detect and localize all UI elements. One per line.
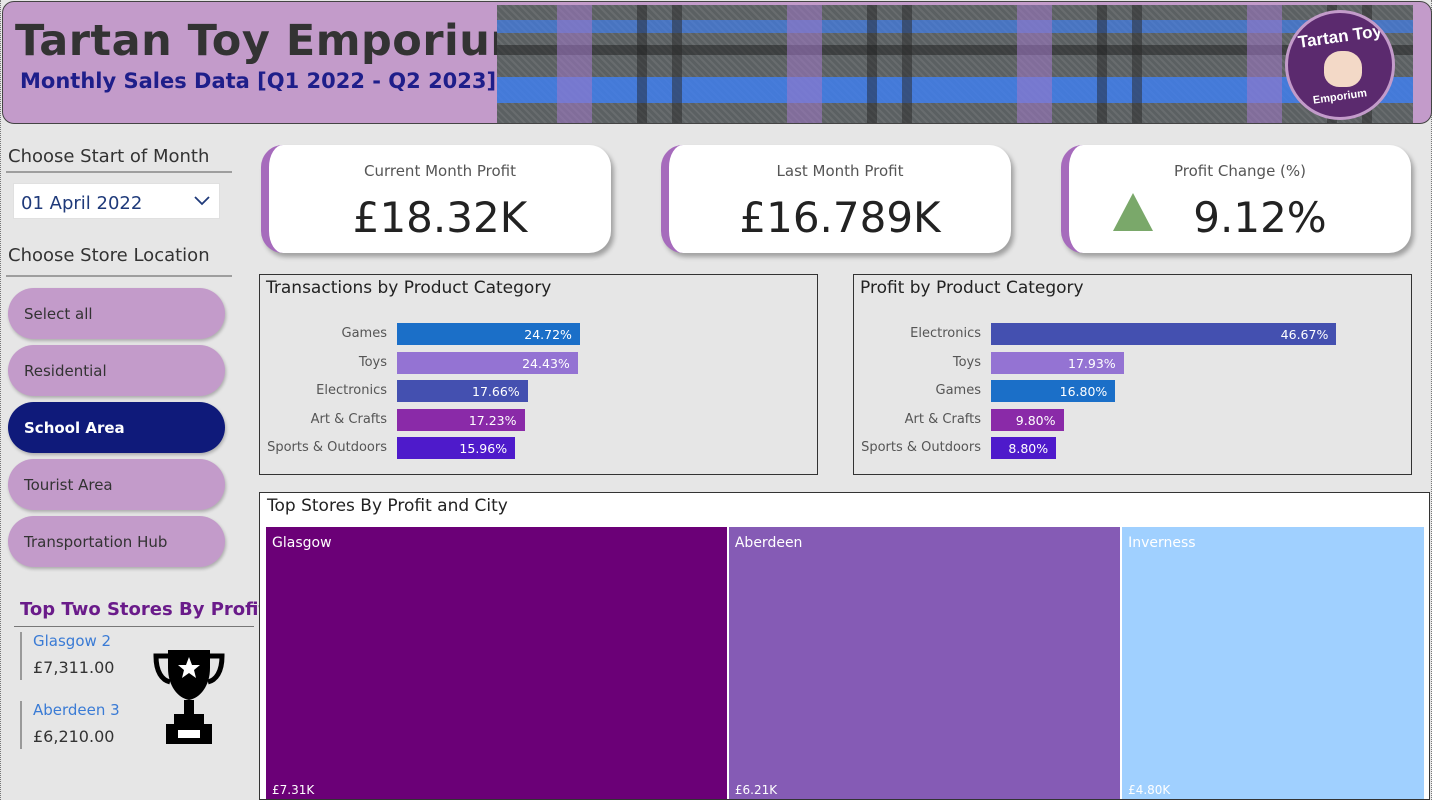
chart-title: Top Stores By Profit and City — [267, 496, 508, 516]
top-store-value: £6,210.00 — [33, 727, 115, 746]
divider — [6, 275, 232, 277]
bar-category-label: Toys — [952, 354, 981, 370]
bar[interactable]: 17.93% — [991, 351, 1124, 374]
bar-row: Toys 17.93% — [854, 351, 1394, 374]
bar[interactable]: 15.96% — [397, 437, 516, 459]
location-transportation-hub[interactable]: Transportation Hub — [8, 516, 225, 567]
bar-value-label: 9.80% — [1015, 412, 1056, 428]
bar-row: Games 16.80% — [854, 380, 1394, 402]
transactions-by-category-chart: Transactions by Product Category Games 24… — [259, 274, 818, 475]
top-store-entry: Aberdeen 3 £6,210.00 — [20, 701, 130, 749]
treemap-tile-label: Glasgow — [272, 535, 332, 551]
kpi-value: 9.12% — [1193, 193, 1327, 242]
bar[interactable]: 9.80% — [991, 408, 1064, 431]
kpi-label: Current Month Profit — [363, 162, 516, 180]
divider — [14, 626, 254, 627]
slicer-label: Transportation Hub — [24, 533, 168, 551]
top-stores-treemap: Top Stores By Profit and City Glasgow £7.… — [259, 492, 1430, 800]
bar-category-label: Art & Crafts — [310, 411, 387, 427]
profit-by-category-chart: Profit by Product Category Electronics 46… — [853, 274, 1412, 475]
bar-value-label: 15.96% — [459, 441, 508, 456]
divider — [6, 171, 232, 173]
chart-title: Transactions by Product Category — [266, 278, 552, 298]
slicer-label: Tourist Area — [24, 476, 113, 494]
bar-value-label: 17.66% — [472, 384, 520, 399]
treemap-tile-value: £6.21K — [734, 783, 778, 797]
logo-text-top: Tartan Toy — [1296, 21, 1384, 52]
bar-value-label: 17.23% — [468, 412, 517, 428]
bar[interactable]: 8.80% — [991, 437, 1057, 459]
bar-value-label: 46.67% — [1280, 327, 1329, 342]
bar[interactable]: 17.23% — [397, 408, 525, 431]
bar[interactable]: 46.67% — [991, 323, 1337, 345]
treemap-tile[interactable]: Glasgow £7.31K — [266, 527, 727, 799]
location-school-area[interactable]: School Area — [8, 402, 225, 453]
bar-row: Art & Crafts 9.80% — [854, 408, 1394, 431]
top-store-name: Glasgow 2 — [33, 632, 112, 650]
bar[interactable]: 24.43% — [397, 351, 578, 374]
treemap-tile-value: £4.80K — [1128, 783, 1171, 797]
brand-logo: Tartan Toy Emporium — [1285, 10, 1395, 120]
bar-category-label: Toys — [358, 354, 387, 370]
slicer-label: Select all — [24, 305, 93, 323]
bar-category-label: Electronics — [316, 383, 387, 398]
bar-category-label: Games — [341, 326, 387, 341]
bar-row: Electronics 46.67% — [854, 323, 1394, 345]
treemap-tile-label: Inverness — [1128, 535, 1196, 551]
location-residential[interactable]: Residential — [8, 345, 225, 396]
kpi-current-month-profit: Current Month Profit £18.32K — [261, 145, 611, 253]
bar[interactable]: 17.66% — [397, 380, 528, 402]
bar-category-label: Sports & Outdoors — [861, 440, 981, 455]
kpi-value: £16.789K — [739, 193, 941, 242]
bar-row: Art & Crafts 17.23% — [260, 408, 800, 431]
bar-value-label: 8.80% — [1008, 441, 1049, 456]
month-dropdown[interactable]: 01 April 2022 — [13, 183, 220, 219]
bar-category-label: Electronics — [910, 326, 981, 341]
slicer-label: School Area — [24, 419, 125, 437]
bar-row: Toys 24.43% — [260, 351, 800, 374]
slicer-label: Residential — [24, 362, 107, 380]
bar[interactable]: 16.80% — [991, 380, 1116, 402]
bar-category-label: Games — [935, 383, 981, 398]
location-tourist-area[interactable]: Tourist Area — [8, 459, 225, 510]
bar-category-label: Art & Crafts — [904, 411, 981, 427]
treemap-tile[interactable]: Aberdeen £6.21K — [728, 527, 1121, 799]
canvas-left-edge — [0, 0, 3, 800]
report-title: Tartan Toy Emporium — [15, 16, 536, 66]
kpi-value: £18.32K — [352, 193, 528, 242]
tartan-banner-image — [497, 5, 1413, 123]
top-store-entry: Glasgow 2 £7,311.00 — [20, 632, 130, 680]
bar-row: Sports & Outdoors 15.96% — [260, 437, 800, 459]
bar-category-label: Sports & Outdoors — [267, 440, 387, 455]
bar-row: Sports & Outdoors 8.80% — [854, 437, 1394, 459]
kpi-profit-change: Profit Change (%) 9.12% — [1061, 145, 1411, 253]
kpi-label: Last Month Profit — [776, 162, 904, 180]
top-store-name: Aberdeen 3 — [33, 701, 120, 719]
bar-value-label: 24.72% — [524, 327, 572, 342]
bar-row: Electronics 17.66% — [260, 380, 800, 402]
location-filter-label: Choose Store Location — [8, 245, 210, 266]
bar-row: Games 24.72% — [260, 323, 800, 345]
treemap-tile-value: £7.31K — [272, 783, 315, 797]
bar-value-label: 16.80% — [1059, 384, 1108, 399]
location-select-all[interactable]: Select all — [8, 288, 225, 339]
month-dropdown-value: 01 April 2022 — [21, 193, 143, 214]
top-two-stores-title: Top Two Stores By Profit — [20, 599, 268, 620]
report-subtitle: Monthly Sales Data [Q1 2022 - Q2 2023] — [20, 69, 497, 93]
report-header: Tartan Toy Emporium Monthly Sales Data [… — [2, 1, 1432, 124]
bar[interactable]: 24.72% — [397, 323, 580, 345]
top-store-value: £7,311.00 — [33, 658, 115, 677]
highland-cow-icon — [1324, 51, 1362, 87]
kpi-label: Profit Change (%) — [1173, 162, 1307, 180]
treemap-tile-label: Aberdeen — [734, 535, 803, 551]
bar-value-label: 24.43% — [522, 355, 570, 371]
chevron-down-icon — [194, 196, 210, 206]
bar-value-label: 17.93% — [1068, 355, 1116, 371]
trophy-icon — [153, 650, 225, 744]
kpi-last-month-profit: Last Month Profit £16.789K — [661, 145, 1011, 253]
treemap-tile[interactable]: Inverness £4.80K — [1122, 527, 1424, 799]
month-filter-label: Choose Start of Month — [8, 146, 210, 167]
chart-title: Profit by Product Category — [860, 278, 1084, 298]
